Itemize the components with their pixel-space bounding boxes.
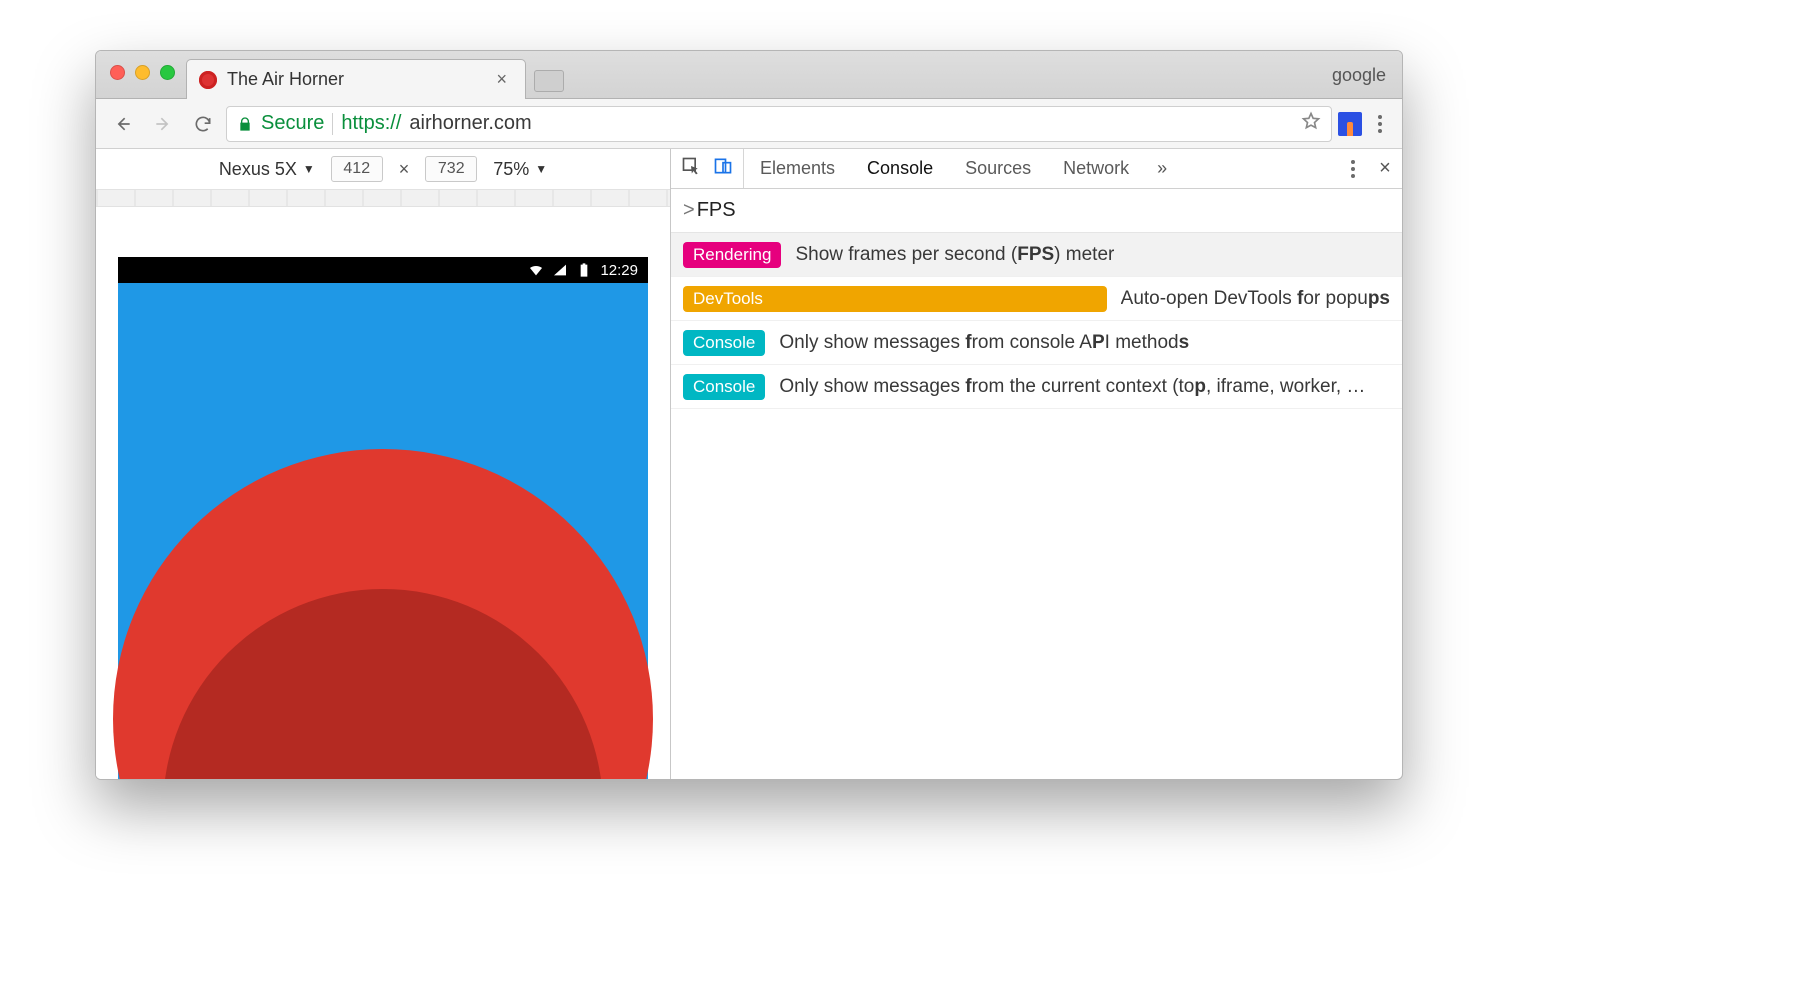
device-width-input[interactable] xyxy=(331,156,383,182)
tab-close-button[interactable]: × xyxy=(492,69,511,90)
devtools-tab-sources[interactable]: Sources xyxy=(949,149,1047,188)
browser-tab[interactable]: The Air Horner × xyxy=(186,59,526,99)
statusbar-time: 12:29 xyxy=(600,262,638,279)
command-result[interactable]: Rendering Show frames per second (FPS) me… xyxy=(671,233,1402,277)
devtools-tab-console[interactable]: Console xyxy=(851,149,949,188)
tab-title: The Air Horner xyxy=(227,69,482,90)
profile-label[interactable]: google xyxy=(1332,65,1386,86)
devtools-tabbar: ElementsConsoleSourcesNetwork » × xyxy=(671,149,1402,189)
device-height-input[interactable] xyxy=(425,156,477,182)
chevron-down-icon: ▼ xyxy=(303,162,315,176)
lock-icon xyxy=(237,116,253,132)
secure-label: Secure xyxy=(261,112,324,135)
device-name: Nexus 5X xyxy=(219,159,297,180)
command-result[interactable]: Console Only show messages from console A… xyxy=(671,321,1402,365)
devtools-menu-button[interactable] xyxy=(1338,156,1368,182)
content-split: Nexus 5X ▼ × 75% ▼ xyxy=(96,149,1402,779)
signal-icon xyxy=(552,262,568,278)
result-text: Auto-open DevTools for popups xyxy=(1121,288,1390,310)
address-bar[interactable]: Secure https:// airhorner.com xyxy=(226,106,1332,142)
devtools-panel: ElementsConsoleSourcesNetwork » × > FPS … xyxy=(671,149,1402,779)
address-separator xyxy=(332,113,333,135)
arrow-right-icon xyxy=(153,114,173,134)
devices-icon xyxy=(713,156,733,176)
window-controls xyxy=(110,65,175,80)
titlebar: The Air Horner × google xyxy=(96,51,1402,99)
window-zoom-button[interactable] xyxy=(160,65,175,80)
command-menu-results: Rendering Show frames per second (FPS) me… xyxy=(671,233,1402,409)
forward-button[interactable] xyxy=(146,107,180,141)
back-button[interactable] xyxy=(106,107,140,141)
emulated-screen[interactable]: 12:29 xyxy=(118,257,648,779)
wifi-icon xyxy=(528,262,544,278)
result-badge: Console xyxy=(683,330,765,356)
lighthouse-extension-icon[interactable] xyxy=(1338,112,1362,136)
star-icon xyxy=(1301,111,1321,131)
new-tab-button[interactable] xyxy=(534,70,564,92)
url-scheme: https:// xyxy=(341,112,401,135)
result-text: Show frames per second (FPS) meter xyxy=(795,244,1114,266)
navigation-toolbar: Secure https:// airhorner.com xyxy=(96,99,1402,149)
browser-menu-button[interactable] xyxy=(1368,111,1392,137)
arrow-left-icon xyxy=(113,114,133,134)
devtools-overflow-button[interactable]: » xyxy=(1145,158,1179,179)
window-minimize-button[interactable] xyxy=(135,65,150,80)
browser-window: The Air Horner × google Secure xyxy=(95,50,1403,780)
reload-icon xyxy=(193,114,213,134)
result-badge: DevTools xyxy=(683,286,1107,312)
toggle-device-button[interactable] xyxy=(713,156,733,181)
result-badge: Console xyxy=(683,374,765,400)
devtools-tabs: ElementsConsoleSourcesNetwork xyxy=(744,149,1145,188)
result-text: Only show messages from console API meth… xyxy=(779,332,1189,354)
command-query: FPS xyxy=(697,199,736,222)
inspect-icon xyxy=(681,156,701,176)
result-badge: Rendering xyxy=(683,242,781,268)
devtools-tab-network[interactable]: Network xyxy=(1047,149,1145,188)
zoom-select[interactable]: 75% ▼ xyxy=(493,159,547,180)
android-statusbar: 12:29 xyxy=(118,257,648,283)
device-ruler[interactable] xyxy=(96,189,670,207)
devtools-close-button[interactable]: × xyxy=(1368,157,1402,180)
command-result[interactable]: Console Only show messages from the curre… xyxy=(671,365,1402,409)
url-host: airhorner.com xyxy=(409,112,531,135)
inspect-element-button[interactable] xyxy=(681,156,701,181)
bookmark-button[interactable] xyxy=(1301,111,1321,137)
zoom-value: 75% xyxy=(493,159,529,180)
device-toolbar: Nexus 5X ▼ × 75% ▼ xyxy=(96,149,670,189)
battery-icon xyxy=(576,262,592,278)
chevron-down-icon: ▼ xyxy=(535,162,547,176)
window-close-button[interactable] xyxy=(110,65,125,80)
device-canvas: 12:29 xyxy=(96,207,670,779)
command-prefix: > xyxy=(683,199,695,222)
device-mode-pane: Nexus 5X ▼ × 75% ▼ xyxy=(96,149,671,779)
device-select[interactable]: Nexus 5X ▼ xyxy=(219,159,315,180)
command-menu-input[interactable]: > FPS xyxy=(671,189,1402,233)
result-text: Only show messages from the current cont… xyxy=(779,376,1365,398)
tab-favicon xyxy=(199,71,217,89)
reload-button[interactable] xyxy=(186,107,220,141)
devtools-tab-elements[interactable]: Elements xyxy=(744,149,851,188)
dimension-separator: × xyxy=(399,159,410,180)
command-result[interactable]: DevTools Auto-open DevTools for popups xyxy=(671,277,1402,321)
